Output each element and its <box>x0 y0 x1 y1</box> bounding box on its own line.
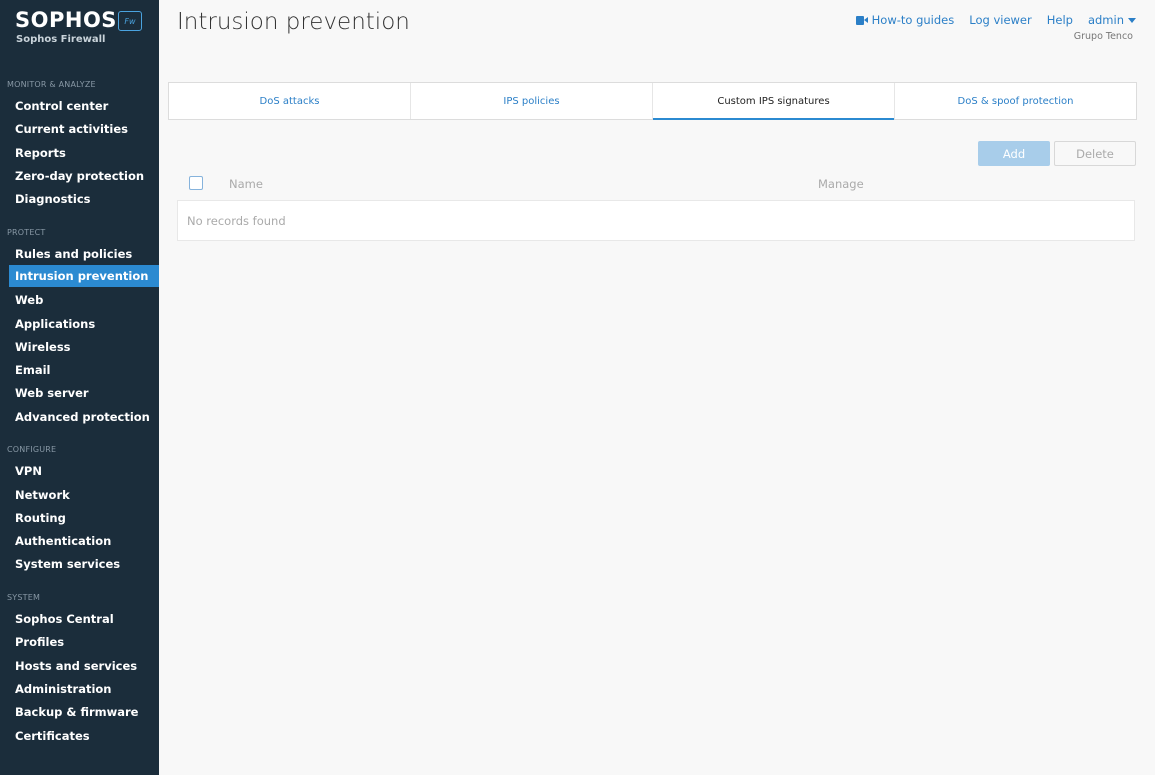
table-empty-row: No records found <box>177 200 1135 241</box>
user-name: admin <box>1087 13 1124 27</box>
top-links: How-to guides Log viewer Help admin <box>855 13 1136 27</box>
select-all-checkbox[interactable] <box>189 176 203 190</box>
sidebar-item-authentication[interactable]: Authentication <box>9 530 159 552</box>
sidebar-item-routing[interactable]: Routing <box>9 507 159 529</box>
brand-name: SOPHOS <box>15 8 117 32</box>
sidebar-item-administration[interactable]: Administration <box>9 678 159 700</box>
sidebar-item-reports[interactable]: Reports <box>9 142 159 164</box>
add-button[interactable]: Add <box>978 141 1050 166</box>
sidebar-item-sophos-central[interactable]: Sophos Central <box>9 608 159 630</box>
no-records-message: No records found <box>187 214 286 228</box>
page-title: Intrusion prevention <box>177 9 410 35</box>
sophos-logo[interactable]: SOPHOS Fw Sophos Firewall <box>15 8 145 48</box>
user-menu[interactable]: admin <box>1088 13 1136 27</box>
log-viewer-link[interactable]: Log viewer <box>969 13 1031 27</box>
tab-custom-ips-signatures[interactable]: Custom IPS signatures <box>653 83 895 120</box>
help-link[interactable]: Help <box>1047 13 1073 27</box>
section-title-monitor: MONITOR & ANALYZE <box>7 80 96 89</box>
sidebar-item-advanced-protection[interactable]: Advanced protection <box>9 406 159 428</box>
product-name: Sophos Firewall <box>16 34 106 45</box>
sidebar-item-control-center[interactable]: Control center <box>9 95 159 117</box>
sidebar-item-web[interactable]: Web <box>9 289 159 311</box>
sidebar-item-system-services[interactable]: System services <box>9 553 159 575</box>
sidebar-item-wireless[interactable]: Wireless <box>9 336 159 358</box>
sidebar-item-profiles[interactable]: Profiles <box>9 631 159 653</box>
sidebar-item-current-activities[interactable]: Current activities <box>9 118 159 140</box>
sidebar: SOPHOS Fw Sophos Firewall MONITOR & ANAL… <box>0 0 159 775</box>
organization-name: Grupo Tenco <box>1073 31 1133 42</box>
chevron-down-icon <box>1128 17 1136 23</box>
sidebar-item-email[interactable]: Email <box>9 359 159 381</box>
tab-dos-attacks[interactable]: DoS attacks <box>169 83 411 119</box>
sidebar-item-hosts-and-services[interactable]: Hosts and services <box>9 655 159 677</box>
howto-guides-link[interactable]: How-to guides <box>855 13 955 27</box>
tab-dos-spoof-protection[interactable]: DoS & spoof protection <box>895 83 1136 119</box>
sidebar-item-zero-day-protection[interactable]: Zero-day protection <box>9 165 159 187</box>
sidebar-item-diagnostics[interactable]: Diagnostics <box>9 188 159 210</box>
delete-button[interactable]: Delete <box>1054 141 1136 166</box>
firewall-badge-icon: Fw <box>118 11 142 31</box>
section-title-system: SYSTEM <box>7 593 41 602</box>
sidebar-item-applications[interactable]: Applications <box>9 313 159 335</box>
sidebar-item-network[interactable]: Network <box>9 484 159 506</box>
section-title-configure: CONFIGURE <box>7 445 57 454</box>
sidebar-item-web-server[interactable]: Web server <box>9 382 159 404</box>
section-title-protect: PROTECT <box>7 228 46 237</box>
howto-guides-label: How-to guides <box>871 13 955 27</box>
tab-ips-policies[interactable]: IPS policies <box>411 83 653 119</box>
sidebar-item-intrusion-prevention[interactable]: Intrusion prevention <box>9 265 159 287</box>
sidebar-item-backup-firmware[interactable]: Backup & firmware <box>9 701 159 723</box>
column-header-manage: Manage <box>818 177 864 191</box>
sidebar-item-rules-and-policies[interactable]: Rules and policies <box>9 243 159 265</box>
tab-bar: DoS attacks IPS policies Custom IPS sign… <box>168 82 1137 120</box>
sidebar-item-vpn[interactable]: VPN <box>9 460 159 482</box>
video-camera-icon <box>855 15 868 25</box>
sidebar-item-certificates[interactable]: Certificates <box>9 725 159 747</box>
column-header-name[interactable]: Name <box>229 177 263 191</box>
